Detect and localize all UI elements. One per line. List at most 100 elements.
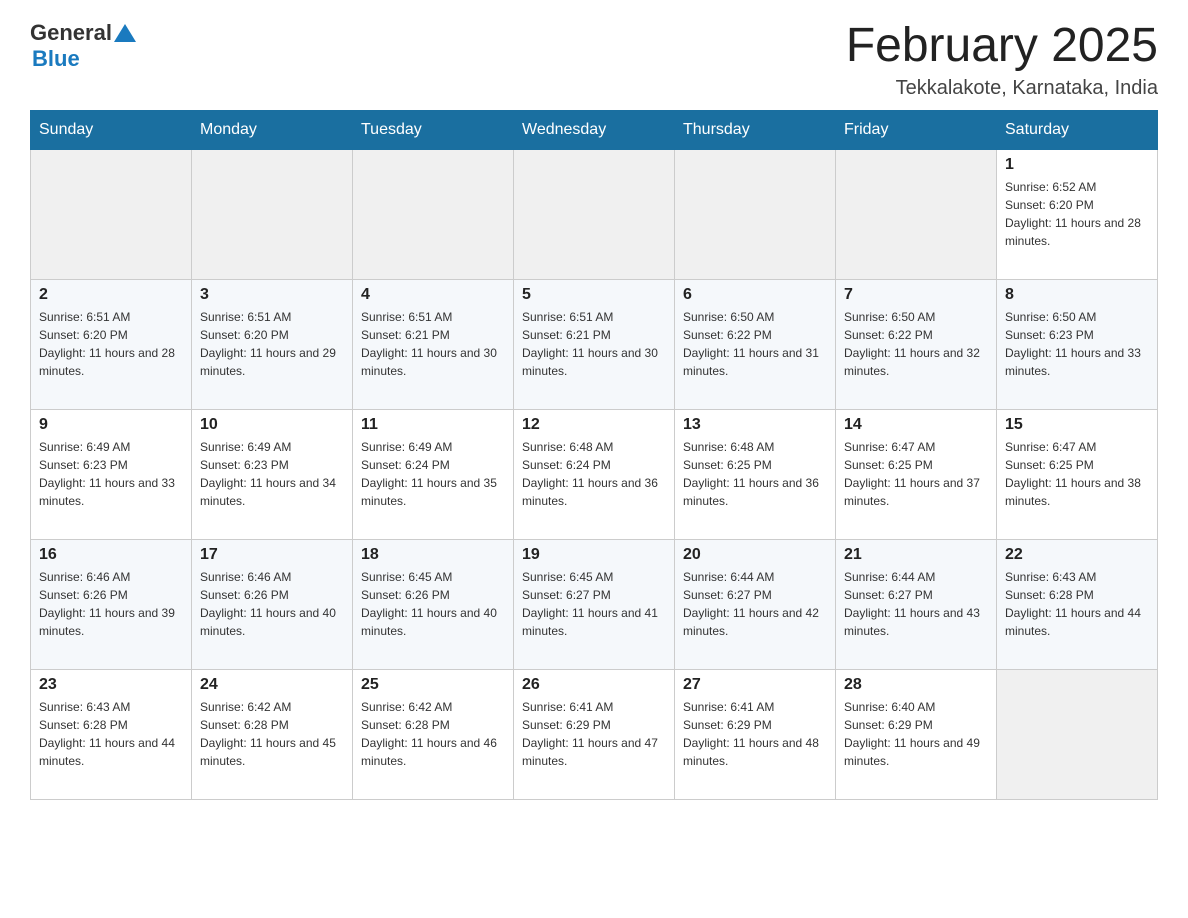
- calendar-cell: 9 Sunrise: 6:49 AM Sunset: 6:23 PM Daylig…: [31, 409, 192, 539]
- location-title: Tekkalakote, Karnataka, India: [846, 77, 1158, 100]
- calendar-week-row: 2 Sunrise: 6:51 AM Sunset: 6:20 PM Daylig…: [31, 279, 1158, 409]
- day-info: Sunrise: 6:49 AM Sunset: 6:23 PM Dayligh…: [39, 438, 183, 510]
- calendar-day-header: Tuesday: [353, 110, 514, 149]
- day-info: Sunrise: 6:43 AM Sunset: 6:28 PM Dayligh…: [1005, 568, 1149, 640]
- day-number: 12: [522, 416, 666, 434]
- day-number: 8: [1005, 286, 1149, 304]
- day-info: Sunrise: 6:50 AM Sunset: 6:22 PM Dayligh…: [683, 308, 827, 380]
- calendar-cell: 8 Sunrise: 6:50 AM Sunset: 6:23 PM Daylig…: [997, 279, 1158, 409]
- day-number: 15: [1005, 416, 1149, 434]
- day-info: Sunrise: 6:42 AM Sunset: 6:28 PM Dayligh…: [361, 698, 505, 770]
- calendar-cell: 10 Sunrise: 6:49 AM Sunset: 6:23 PM Dayli…: [192, 409, 353, 539]
- day-number: 14: [844, 416, 988, 434]
- calendar-cell: [836, 149, 997, 279]
- day-number: 5: [522, 286, 666, 304]
- calendar-cell: 14 Sunrise: 6:47 AM Sunset: 6:25 PM Dayli…: [836, 409, 997, 539]
- calendar-week-row: 9 Sunrise: 6:49 AM Sunset: 6:23 PM Daylig…: [31, 409, 1158, 539]
- day-number: 26: [522, 676, 666, 694]
- calendar-cell: 4 Sunrise: 6:51 AM Sunset: 6:21 PM Daylig…: [353, 279, 514, 409]
- calendar-cell: [353, 149, 514, 279]
- day-info: Sunrise: 6:42 AM Sunset: 6:28 PM Dayligh…: [200, 698, 344, 770]
- calendar-cell: 23 Sunrise: 6:43 AM Sunset: 6:28 PM Dayli…: [31, 669, 192, 799]
- calendar-cell: 20 Sunrise: 6:44 AM Sunset: 6:27 PM Dayli…: [675, 539, 836, 669]
- calendar-cell: [675, 149, 836, 279]
- day-info: Sunrise: 6:49 AM Sunset: 6:23 PM Dayligh…: [200, 438, 344, 510]
- calendar-cell: 17 Sunrise: 6:46 AM Sunset: 6:26 PM Dayli…: [192, 539, 353, 669]
- calendar-cell: 18 Sunrise: 6:45 AM Sunset: 6:26 PM Dayli…: [353, 539, 514, 669]
- day-info: Sunrise: 6:47 AM Sunset: 6:25 PM Dayligh…: [1005, 438, 1149, 510]
- logo: General Blue: [30, 20, 136, 72]
- calendar-cell: 2 Sunrise: 6:51 AM Sunset: 6:20 PM Daylig…: [31, 279, 192, 409]
- month-title: February 2025: [846, 20, 1158, 73]
- day-info: Sunrise: 6:52 AM Sunset: 6:20 PM Dayligh…: [1005, 178, 1149, 250]
- day-info: Sunrise: 6:48 AM Sunset: 6:24 PM Dayligh…: [522, 438, 666, 510]
- calendar-header-row: SundayMondayTuesdayWednesdayThursdayFrid…: [31, 110, 1158, 149]
- calendar-table: SundayMondayTuesdayWednesdayThursdayFrid…: [30, 110, 1158, 800]
- calendar-cell: [31, 149, 192, 279]
- day-info: Sunrise: 6:44 AM Sunset: 6:27 PM Dayligh…: [683, 568, 827, 640]
- calendar-cell: 15 Sunrise: 6:47 AM Sunset: 6:25 PM Dayli…: [997, 409, 1158, 539]
- calendar-cell: 5 Sunrise: 6:51 AM Sunset: 6:21 PM Daylig…: [514, 279, 675, 409]
- day-number: 22: [1005, 546, 1149, 564]
- day-info: Sunrise: 6:47 AM Sunset: 6:25 PM Dayligh…: [844, 438, 988, 510]
- calendar-cell: 28Sunrise: 6:40 AM Sunset: 6:29 PM Dayli…: [836, 669, 997, 799]
- calendar-cell: 25 Sunrise: 6:42 AM Sunset: 6:28 PM Dayli…: [353, 669, 514, 799]
- calendar-cell: 7Sunrise: 6:50 AM Sunset: 6:22 PM Daylig…: [836, 279, 997, 409]
- day-info: Sunrise: 6:51 AM Sunset: 6:21 PM Dayligh…: [522, 308, 666, 380]
- calendar-cell: [192, 149, 353, 279]
- calendar-cell: 26 Sunrise: 6:41 AM Sunset: 6:29 PM Dayli…: [514, 669, 675, 799]
- calendar-cell: 21 Sunrise: 6:44 AM Sunset: 6:27 PM Dayli…: [836, 539, 997, 669]
- day-info: Sunrise: 6:43 AM Sunset: 6:28 PM Dayligh…: [39, 698, 183, 770]
- logo-triangle-icon: [114, 22, 136, 44]
- calendar-day-header: Sunday: [31, 110, 192, 149]
- calendar-week-row: 1 Sunrise: 6:52 AM Sunset: 6:20 PM Daylig…: [31, 149, 1158, 279]
- calendar-cell: 13 Sunrise: 6:48 AM Sunset: 6:25 PM Dayli…: [675, 409, 836, 539]
- day-number: 21: [844, 546, 988, 564]
- day-number: 6: [683, 286, 827, 304]
- calendar-cell: 12 Sunrise: 6:48 AM Sunset: 6:24 PM Dayli…: [514, 409, 675, 539]
- calendar-cell: 16 Sunrise: 6:46 AM Sunset: 6:26 PM Dayli…: [31, 539, 192, 669]
- calendar-week-row: 23 Sunrise: 6:43 AM Sunset: 6:28 PM Dayli…: [31, 669, 1158, 799]
- day-number: 13: [683, 416, 827, 434]
- calendar-cell: 24 Sunrise: 6:42 AM Sunset: 6:28 PM Dayli…: [192, 669, 353, 799]
- day-info: Sunrise: 6:51 AM Sunset: 6:20 PM Dayligh…: [39, 308, 183, 380]
- day-number: 16: [39, 546, 183, 564]
- day-number: 19: [522, 546, 666, 564]
- calendar-day-header: Thursday: [675, 110, 836, 149]
- calendar-day-header: Friday: [836, 110, 997, 149]
- calendar-week-row: 16 Sunrise: 6:46 AM Sunset: 6:26 PM Dayli…: [31, 539, 1158, 669]
- day-number: 2: [39, 286, 183, 304]
- day-info: Sunrise: 6:51 AM Sunset: 6:20 PM Dayligh…: [200, 308, 344, 380]
- day-number: 1: [1005, 156, 1149, 174]
- day-info: Sunrise: 6:51 AM Sunset: 6:21 PM Dayligh…: [361, 308, 505, 380]
- page-header: General Blue February 2025 Tekkalakote, …: [30, 20, 1158, 100]
- day-info: Sunrise: 6:46 AM Sunset: 6:26 PM Dayligh…: [39, 568, 183, 640]
- day-number: 20: [683, 546, 827, 564]
- day-number: 18: [361, 546, 505, 564]
- logo-general-text: General: [30, 20, 112, 46]
- calendar-cell: [997, 669, 1158, 799]
- calendar-cell: [514, 149, 675, 279]
- day-number: 28: [844, 676, 988, 694]
- day-number: 11: [361, 416, 505, 434]
- calendar-cell: 22 Sunrise: 6:43 AM Sunset: 6:28 PM Dayli…: [997, 539, 1158, 669]
- day-number: 9: [39, 416, 183, 434]
- day-number: 7: [844, 286, 988, 304]
- day-info: Sunrise: 6:48 AM Sunset: 6:25 PM Dayligh…: [683, 438, 827, 510]
- day-number: 23: [39, 676, 183, 694]
- day-info: Sunrise: 6:46 AM Sunset: 6:26 PM Dayligh…: [200, 568, 344, 640]
- day-number: 25: [361, 676, 505, 694]
- day-number: 27: [683, 676, 827, 694]
- day-info: Sunrise: 6:41 AM Sunset: 6:29 PM Dayligh…: [522, 698, 666, 770]
- day-info: Sunrise: 6:44 AM Sunset: 6:27 PM Dayligh…: [844, 568, 988, 640]
- calendar-cell: 3Sunrise: 6:51 AM Sunset: 6:20 PM Daylig…: [192, 279, 353, 409]
- day-info: Sunrise: 6:50 AM Sunset: 6:23 PM Dayligh…: [1005, 308, 1149, 380]
- day-info: Sunrise: 6:45 AM Sunset: 6:26 PM Dayligh…: [361, 568, 505, 640]
- day-number: 24: [200, 676, 344, 694]
- day-info: Sunrise: 6:45 AM Sunset: 6:27 PM Dayligh…: [522, 568, 666, 640]
- calendar-cell: 27Sunrise: 6:41 AM Sunset: 6:29 PM Dayli…: [675, 669, 836, 799]
- day-number: 4: [361, 286, 505, 304]
- day-number: 10: [200, 416, 344, 434]
- logo-blue-text: Blue: [32, 46, 80, 71]
- day-number: 17: [200, 546, 344, 564]
